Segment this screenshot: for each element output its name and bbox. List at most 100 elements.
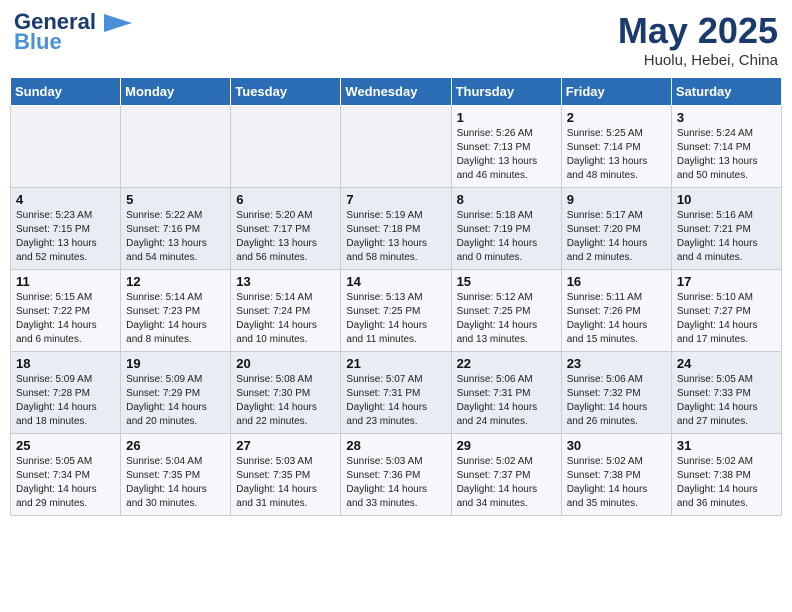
weekday-header-sunday: Sunday: [11, 78, 121, 106]
day-info: Sunrise: 5:23 AM Sunset: 7:15 PM Dayligh…: [16, 209, 115, 265]
day-info: Sunrise: 5:05 AM Sunset: 7:34 PM Dayligh…: [16, 455, 115, 511]
day-number: 29: [457, 438, 556, 453]
page-header: General Blue May 2025 Huolu, Hebei, Chin…: [10, 10, 782, 69]
day-info: Sunrise: 5:15 AM Sunset: 7:22 PM Dayligh…: [16, 291, 115, 347]
day-info: Sunrise: 5:14 AM Sunset: 7:24 PM Dayligh…: [236, 291, 335, 347]
day-info: Sunrise: 5:03 AM Sunset: 7:36 PM Dayligh…: [346, 455, 445, 511]
calendar-day-cell: 18 Sunrise: 5:09 AM Sunset: 7:28 PM Dayli…: [11, 352, 121, 434]
day-number: 30: [567, 438, 666, 453]
day-info: Sunrise: 5:25 AM Sunset: 7:14 PM Dayligh…: [567, 127, 666, 183]
day-info: Sunrise: 5:19 AM Sunset: 7:18 PM Dayligh…: [346, 209, 445, 265]
calendar-day-cell: 25 Sunrise: 5:05 AM Sunset: 7:34 PM Dayli…: [11, 434, 121, 516]
day-number: 5: [126, 192, 225, 207]
day-number: 4: [16, 192, 115, 207]
day-number: 26: [126, 438, 225, 453]
calendar-day-cell: 24Sunrise: 5:05 AM Sunset: 7:33 PM Dayli…: [671, 352, 781, 434]
calendar-table: SundayMondayTuesdayWednesdayThursdayFrid…: [10, 77, 782, 516]
day-number: 14: [346, 274, 445, 289]
day-info: Sunrise: 5:09 AM Sunset: 7:29 PM Dayligh…: [126, 373, 225, 429]
day-number: 16: [567, 274, 666, 289]
calendar-day-cell: 14Sunrise: 5:13 AM Sunset: 7:25 PM Dayli…: [341, 270, 451, 352]
calendar-day-cell: 22 Sunrise: 5:06 AM Sunset: 7:31 PM Dayli…: [451, 352, 561, 434]
day-info: Sunrise: 5:03 AM Sunset: 7:35 PM Dayligh…: [236, 455, 335, 511]
calendar-day-cell: 11 Sunrise: 5:15 AM Sunset: 7:22 PM Dayli…: [11, 270, 121, 352]
calendar-day-cell: 27 Sunrise: 5:03 AM Sunset: 7:35 PM Dayli…: [231, 434, 341, 516]
day-number: 11: [16, 274, 115, 289]
calendar-day-cell: 3 Sunrise: 5:24 AM Sunset: 7:14 PM Daylig…: [671, 106, 781, 188]
day-number: 24: [677, 356, 776, 371]
day-number: 2: [567, 110, 666, 125]
day-number: 18: [16, 356, 115, 371]
calendar-week-row: 4 Sunrise: 5:23 AM Sunset: 7:15 PM Daylig…: [11, 188, 782, 270]
day-info: Sunrise: 5:02 AM Sunset: 7:37 PM Dayligh…: [457, 455, 556, 511]
weekday-header-thursday: Thursday: [451, 78, 561, 106]
calendar-day-cell: 15 Sunrise: 5:12 AM Sunset: 7:25 PM Dayli…: [451, 270, 561, 352]
calendar-day-cell: [231, 106, 341, 188]
day-number: 31: [677, 438, 776, 453]
calendar-day-cell: 12 Sunrise: 5:14 AM Sunset: 7:23 PM Dayli…: [121, 270, 231, 352]
day-info: Sunrise: 5:04 AM Sunset: 7:35 PM Dayligh…: [126, 455, 225, 511]
weekday-header-wednesday: Wednesday: [341, 78, 451, 106]
day-info: Sunrise: 5:11 AM Sunset: 7:26 PM Dayligh…: [567, 291, 666, 347]
calendar-day-cell: 26 Sunrise: 5:04 AM Sunset: 7:35 PM Dayli…: [121, 434, 231, 516]
calendar-day-cell: 1Sunrise: 5:26 AM Sunset: 7:13 PM Daylig…: [451, 106, 561, 188]
calendar-week-row: 11 Sunrise: 5:15 AM Sunset: 7:22 PM Dayli…: [11, 270, 782, 352]
weekday-header-tuesday: Tuesday: [231, 78, 341, 106]
day-info: Sunrise: 5:02 AM Sunset: 7:38 PM Dayligh…: [567, 455, 666, 511]
calendar-day-cell: 19 Sunrise: 5:09 AM Sunset: 7:29 PM Dayli…: [121, 352, 231, 434]
day-number: 17: [677, 274, 776, 289]
day-info: Sunrise: 5:24 AM Sunset: 7:14 PM Dayligh…: [677, 127, 776, 183]
calendar-day-cell: 7 Sunrise: 5:19 AM Sunset: 7:18 PM Daylig…: [341, 188, 451, 270]
calendar-day-cell: 20Sunrise: 5:08 AM Sunset: 7:30 PM Dayli…: [231, 352, 341, 434]
calendar-day-cell: 16 Sunrise: 5:11 AM Sunset: 7:26 PM Dayli…: [561, 270, 671, 352]
calendar-day-cell: 4 Sunrise: 5:23 AM Sunset: 7:15 PM Daylig…: [11, 188, 121, 270]
day-info: Sunrise: 5:09 AM Sunset: 7:28 PM Dayligh…: [16, 373, 115, 429]
calendar-day-cell: 5 Sunrise: 5:22 AM Sunset: 7:16 PM Daylig…: [121, 188, 231, 270]
logo: General Blue: [14, 10, 132, 54]
day-info: Sunrise: 5:18 AM Sunset: 7:19 PM Dayligh…: [457, 209, 556, 265]
day-info: Sunrise: 5:06 AM Sunset: 7:32 PM Dayligh…: [567, 373, 666, 429]
calendar-day-cell: 31 Sunrise: 5:02 AM Sunset: 7:38 PM Dayli…: [671, 434, 781, 516]
day-number: 13: [236, 274, 335, 289]
day-number: 28: [346, 438, 445, 453]
day-info: Sunrise: 5:22 AM Sunset: 7:16 PM Dayligh…: [126, 209, 225, 265]
day-number: 27: [236, 438, 335, 453]
day-number: 7: [346, 192, 445, 207]
day-number: 9: [567, 192, 666, 207]
calendar-week-row: 25 Sunrise: 5:05 AM Sunset: 7:34 PM Dayli…: [11, 434, 782, 516]
calendar-week-row: 1Sunrise: 5:26 AM Sunset: 7:13 PM Daylig…: [11, 106, 782, 188]
day-info: Sunrise: 5:17 AM Sunset: 7:20 PM Dayligh…: [567, 209, 666, 265]
day-number: 6: [236, 192, 335, 207]
calendar-day-cell: [11, 106, 121, 188]
weekday-header-saturday: Saturday: [671, 78, 781, 106]
day-number: 19: [126, 356, 225, 371]
day-info: Sunrise: 5:07 AM Sunset: 7:31 PM Dayligh…: [346, 373, 445, 429]
day-number: 20: [236, 356, 335, 371]
day-number: 3: [677, 110, 776, 125]
day-info: Sunrise: 5:02 AM Sunset: 7:38 PM Dayligh…: [677, 455, 776, 511]
day-info: Sunrise: 5:20 AM Sunset: 7:17 PM Dayligh…: [236, 209, 335, 265]
day-number: 25: [16, 438, 115, 453]
day-number: 12: [126, 274, 225, 289]
day-number: 15: [457, 274, 556, 289]
day-number: 10: [677, 192, 776, 207]
calendar-week-row: 18 Sunrise: 5:09 AM Sunset: 7:28 PM Dayli…: [11, 352, 782, 434]
weekday-header-monday: Monday: [121, 78, 231, 106]
day-info: Sunrise: 5:12 AM Sunset: 7:25 PM Dayligh…: [457, 291, 556, 347]
calendar-day-cell: 6 Sunrise: 5:20 AM Sunset: 7:17 PM Daylig…: [231, 188, 341, 270]
calendar-day-cell: 17Sunrise: 5:10 AM Sunset: 7:27 PM Dayli…: [671, 270, 781, 352]
calendar-day-cell: 28 Sunrise: 5:03 AM Sunset: 7:36 PM Dayli…: [341, 434, 451, 516]
title-block: May 2025 Huolu, Hebei, China: [618, 10, 778, 69]
calendar-day-cell: 21 Sunrise: 5:07 AM Sunset: 7:31 PM Dayli…: [341, 352, 451, 434]
calendar-day-cell: [341, 106, 451, 188]
calendar-day-cell: [121, 106, 231, 188]
calendar-day-cell: 29 Sunrise: 5:02 AM Sunset: 7:37 PM Dayli…: [451, 434, 561, 516]
day-number: 22: [457, 356, 556, 371]
calendar-day-cell: 13 Sunrise: 5:14 AM Sunset: 7:24 PM Dayli…: [231, 270, 341, 352]
day-info: Sunrise: 5:06 AM Sunset: 7:31 PM Dayligh…: [457, 373, 556, 429]
day-info: Sunrise: 5:14 AM Sunset: 7:23 PM Dayligh…: [126, 291, 225, 347]
day-info: Sunrise: 5:16 AM Sunset: 7:21 PM Dayligh…: [677, 209, 776, 265]
weekday-header-row: SundayMondayTuesdayWednesdayThursdayFrid…: [11, 78, 782, 106]
calendar-day-cell: 30 Sunrise: 5:02 AM Sunset: 7:38 PM Dayli…: [561, 434, 671, 516]
day-number: 21: [346, 356, 445, 371]
